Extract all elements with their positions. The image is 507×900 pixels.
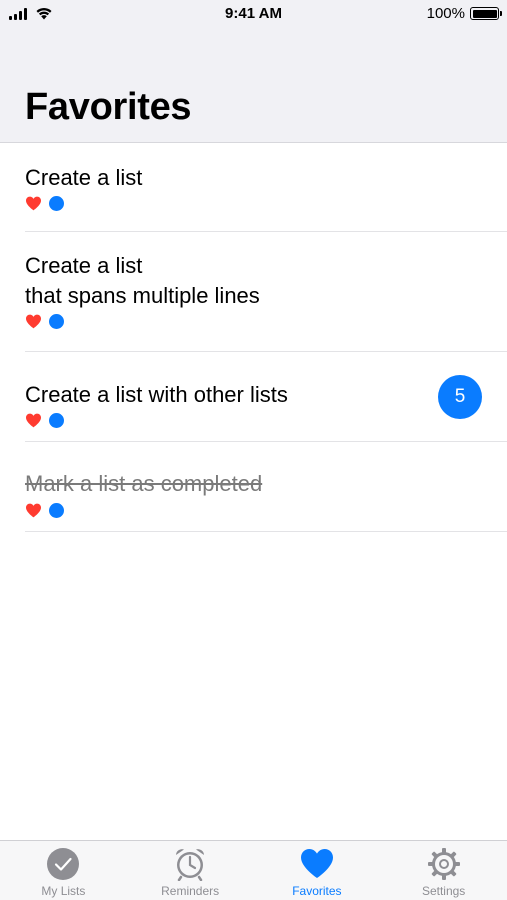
tab-label: Settings	[421, 884, 466, 898]
list-item[interactable]: Mark a list as completed	[25, 442, 507, 532]
list-item-title: Create a list with other lists	[25, 382, 288, 407]
list-item-tags	[25, 502, 64, 518]
list-item-title: Create a list that spans multiple lines	[25, 251, 260, 311]
list-item-title: Create a list	[25, 165, 143, 190]
list-item-title-line: that spans multiple lines	[25, 283, 260, 308]
screen: 9:41 AM 100% Favorites Create a list Cre…	[0, 0, 507, 900]
alarm-clock-icon	[176, 849, 205, 881]
battery-percentage: 100%	[426, 5, 465, 22]
battery-icon	[470, 7, 502, 20]
list-item-tags	[25, 195, 64, 211]
tab-label: Reminders	[161, 884, 220, 898]
blue-dot-icon	[49, 502, 64, 518]
navigation-header: Favorites	[0, 28, 507, 143]
list-item-title: Mark a list as completed	[25, 471, 263, 496]
list-item[interactable]: Create a list with other lists 5	[25, 352, 507, 442]
tab-settings[interactable]: Settings	[380, 841, 507, 900]
tab-label: Favorites	[292, 884, 342, 898]
list-item-title-line: Create a list	[25, 253, 143, 278]
status-right: 100%	[426, 5, 502, 22]
status-bar: 9:41 AM 100%	[0, 0, 507, 28]
tab-label: My Lists	[41, 884, 86, 898]
blue-dot-icon	[49, 412, 64, 428]
blue-dot-icon	[49, 195, 64, 211]
heart-icon	[26, 196, 41, 210]
count-badge: 5	[438, 375, 482, 419]
favorites-list: Create a list Create a list that spans m…	[0, 144, 507, 532]
tab-favorites[interactable]: Favorites	[254, 841, 381, 900]
gear-icon	[427, 848, 460, 880]
list-item[interactable]: Create a list that spans multiple lines	[25, 232, 507, 352]
list-item[interactable]: Create a list	[25, 144, 507, 232]
heart-icon	[26, 503, 41, 517]
checkmark-circle-icon	[47, 848, 80, 880]
tab-my-lists[interactable]: My Lists	[0, 841, 127, 900]
list-item-tags	[25, 412, 64, 428]
blue-dot-icon	[49, 313, 64, 329]
tab-bar: My Lists Reminders Favorites Settings	[0, 840, 507, 900]
heart-icon	[26, 413, 41, 427]
heart-icon	[300, 849, 333, 878]
page-title: Favorites	[25, 86, 192, 128]
heart-icon	[26, 314, 41, 328]
list-item-tags	[25, 313, 64, 329]
tab-reminders[interactable]: Reminders	[127, 841, 254, 900]
